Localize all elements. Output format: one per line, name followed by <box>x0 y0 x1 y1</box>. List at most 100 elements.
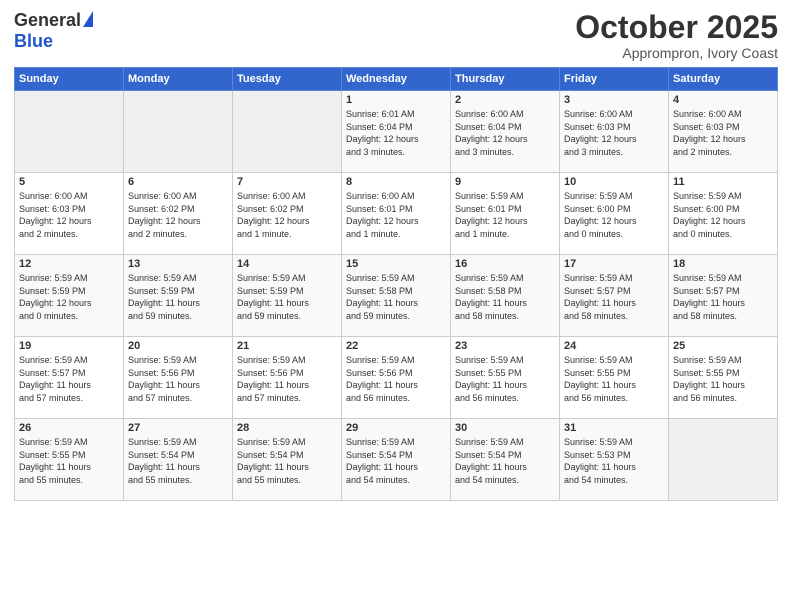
table-row <box>669 419 778 501</box>
day-number: 8 <box>346 176 446 188</box>
day-info: Sunrise: 5:59 AM Sunset: 5:54 PM Dayligh… <box>455 436 555 486</box>
table-row: 30 Sunrise: 5:59 AM Sunset: 5:54 PM Dayli… <box>451 419 560 501</box>
week-row-3: 19Sunrise: 5:59 AM Sunset: 5:57 PM Dayli… <box>15 337 778 419</box>
day-number: 28 <box>237 422 337 434</box>
day-number: 30 <box>455 422 555 434</box>
table-row: 3 Sunrise: 6:00 AM Sunset: 6:03 PM Daylig… <box>560 91 669 173</box>
day-number: 31 <box>564 422 664 434</box>
day-info: Sunrise: 5:59 AM Sunset: 5:57 PM Dayligh… <box>673 272 773 322</box>
week-row-0: 1Sunrise: 6:01 AM Sunset: 6:04 PM Daylig… <box>15 91 778 173</box>
day-number: 26 <box>19 422 119 434</box>
header-friday: Friday <box>560 68 669 91</box>
month-title: October 2025 <box>575 10 778 45</box>
header-thursday: Thursday <box>451 68 560 91</box>
logo-triangle-icon <box>83 11 93 27</box>
table-row: 26 Sunrise: 5:59 AM Sunset: 5:55 PM Dayli… <box>15 419 124 501</box>
table-row: 27 Sunrise: 5:59 AM Sunset: 5:54 PM Dayli… <box>124 419 233 501</box>
location-subtitle: Apprompron, Ivory Coast <box>575 45 778 61</box>
day-info: Sunrise: 5:59 AM Sunset: 5:54 PM Dayligh… <box>237 436 337 486</box>
calendar-container: General Blue October 2025 Apprompron, Iv… <box>0 0 792 612</box>
table-row: 29 Sunrise: 5:59 AM Sunset: 5:54 PM Dayli… <box>342 419 451 501</box>
logo: General Blue <box>14 10 93 52</box>
table-row: 1Sunrise: 6:01 AM Sunset: 6:04 PM Daylig… <box>342 91 451 173</box>
day-info: Sunrise: 5:59 AM Sunset: 6:00 PM Dayligh… <box>564 190 664 240</box>
table-row: 24 Sunrise: 5:59 AM Sunset: 5:55 PM Dayli… <box>560 337 669 419</box>
table-row: 9Sunrise: 5:59 AM Sunset: 6:01 PM Daylig… <box>451 173 560 255</box>
day-number: 23 <box>455 340 555 352</box>
day-number: 7 <box>237 176 337 188</box>
day-number: 5 <box>19 176 119 188</box>
table-row: 15Sunrise: 5:59 AM Sunset: 5:58 PM Dayli… <box>342 255 451 337</box>
day-number: 17 <box>564 258 664 270</box>
table-row: 25 Sunrise: 5:59 AM Sunset: 5:55 PM Dayli… <box>669 337 778 419</box>
day-info: Sunrise: 5:59 AM Sunset: 5:55 PM Dayligh… <box>455 354 555 404</box>
header-saturday: Saturday <box>669 68 778 91</box>
day-number: 24 <box>564 340 664 352</box>
day-info: Sunrise: 6:00 AM Sunset: 6:04 PM Dayligh… <box>455 108 555 158</box>
header-sunday: Sunday <box>15 68 124 91</box>
day-number: 3 <box>564 94 664 106</box>
day-number: 29 <box>346 422 446 434</box>
day-number: 14 <box>237 258 337 270</box>
day-info: Sunrise: 5:59 AM Sunset: 5:59 PM Dayligh… <box>237 272 337 322</box>
day-info: Sunrise: 5:59 AM Sunset: 5:55 PM Dayligh… <box>19 436 119 486</box>
table-row <box>124 91 233 173</box>
table-row: 21Sunrise: 5:59 AM Sunset: 5:56 PM Dayli… <box>233 337 342 419</box>
day-info: Sunrise: 5:59 AM Sunset: 5:55 PM Dayligh… <box>673 354 773 404</box>
day-info: Sunrise: 6:00 AM Sunset: 6:02 PM Dayligh… <box>237 190 337 240</box>
title-section: October 2025 Apprompron, Ivory Coast <box>575 10 778 61</box>
day-info: Sunrise: 5:59 AM Sunset: 5:54 PM Dayligh… <box>128 436 228 486</box>
day-info: Sunrise: 5:59 AM Sunset: 5:54 PM Dayligh… <box>346 436 446 486</box>
table-row: 23 Sunrise: 5:59 AM Sunset: 5:55 PM Dayli… <box>451 337 560 419</box>
day-number: 22 <box>346 340 446 352</box>
week-row-4: 26 Sunrise: 5:59 AM Sunset: 5:55 PM Dayli… <box>15 419 778 501</box>
table-row: 14 Sunrise: 5:59 AM Sunset: 5:59 PM Dayli… <box>233 255 342 337</box>
week-row-1: 5 Sunrise: 6:00 AM Sunset: 6:03 PM Daylig… <box>15 173 778 255</box>
table-row: 18 Sunrise: 5:59 AM Sunset: 5:57 PM Dayli… <box>669 255 778 337</box>
week-row-2: 12 Sunrise: 5:59 AM Sunset: 5:59 PM Dayli… <box>15 255 778 337</box>
day-number: 1 <box>346 94 446 106</box>
day-info: Sunrise: 6:00 AM Sunset: 6:03 PM Dayligh… <box>673 108 773 158</box>
day-info: Sunrise: 5:59 AM Sunset: 5:56 PM Dayligh… <box>346 354 446 404</box>
day-number: 2 <box>455 94 555 106</box>
table-row: 28 Sunrise: 5:59 AM Sunset: 5:54 PM Dayli… <box>233 419 342 501</box>
day-number: 15 <box>346 258 446 270</box>
table-row: 11Sunrise: 5:59 AM Sunset: 6:00 PM Dayli… <box>669 173 778 255</box>
day-number: 18 <box>673 258 773 270</box>
day-number: 11 <box>673 176 773 188</box>
weekday-header-row: Sunday Monday Tuesday Wednesday Thursday… <box>15 68 778 91</box>
day-info: Sunrise: 6:00 AM Sunset: 6:03 PM Dayligh… <box>19 190 119 240</box>
day-number: 16 <box>455 258 555 270</box>
day-number: 13 <box>128 258 228 270</box>
day-number: 25 <box>673 340 773 352</box>
day-info: Sunrise: 6:00 AM Sunset: 6:03 PM Dayligh… <box>564 108 664 158</box>
table-row: 22 Sunrise: 5:59 AM Sunset: 5:56 PM Dayli… <box>342 337 451 419</box>
day-number: 27 <box>128 422 228 434</box>
day-number: 19 <box>19 340 119 352</box>
day-number: 21 <box>237 340 337 352</box>
day-number: 20 <box>128 340 228 352</box>
logo-blue: Blue <box>14 31 53 52</box>
table-row <box>233 91 342 173</box>
day-info: Sunrise: 5:59 AM Sunset: 5:59 PM Dayligh… <box>128 272 228 322</box>
table-row: 6 Sunrise: 6:00 AM Sunset: 6:02 PM Daylig… <box>124 173 233 255</box>
day-number: 6 <box>128 176 228 188</box>
day-info: Sunrise: 5:59 AM Sunset: 5:56 PM Dayligh… <box>128 354 228 404</box>
table-row: 2 Sunrise: 6:00 AM Sunset: 6:04 PM Daylig… <box>451 91 560 173</box>
header-wednesday: Wednesday <box>342 68 451 91</box>
day-info: Sunrise: 5:59 AM Sunset: 5:55 PM Dayligh… <box>564 354 664 404</box>
table-row: 16Sunrise: 5:59 AM Sunset: 5:58 PM Dayli… <box>451 255 560 337</box>
table-row: 8Sunrise: 6:00 AM Sunset: 6:01 PM Daylig… <box>342 173 451 255</box>
header: General Blue October 2025 Apprompron, Iv… <box>14 10 778 61</box>
day-info: Sunrise: 6:00 AM Sunset: 6:02 PM Dayligh… <box>128 190 228 240</box>
day-number: 10 <box>564 176 664 188</box>
day-info: Sunrise: 5:59 AM Sunset: 6:01 PM Dayligh… <box>455 190 555 240</box>
day-info: Sunrise: 5:59 AM Sunset: 5:59 PM Dayligh… <box>19 272 119 322</box>
table-row: 10 Sunrise: 5:59 AM Sunset: 6:00 PM Dayli… <box>560 173 669 255</box>
table-row: 31Sunrise: 5:59 AM Sunset: 5:53 PM Dayli… <box>560 419 669 501</box>
day-number: 12 <box>19 258 119 270</box>
table-row: 12 Sunrise: 5:59 AM Sunset: 5:59 PM Dayli… <box>15 255 124 337</box>
header-monday: Monday <box>124 68 233 91</box>
table-row: 13 Sunrise: 5:59 AM Sunset: 5:59 PM Dayli… <box>124 255 233 337</box>
table-row: 4Sunrise: 6:00 AM Sunset: 6:03 PM Daylig… <box>669 91 778 173</box>
